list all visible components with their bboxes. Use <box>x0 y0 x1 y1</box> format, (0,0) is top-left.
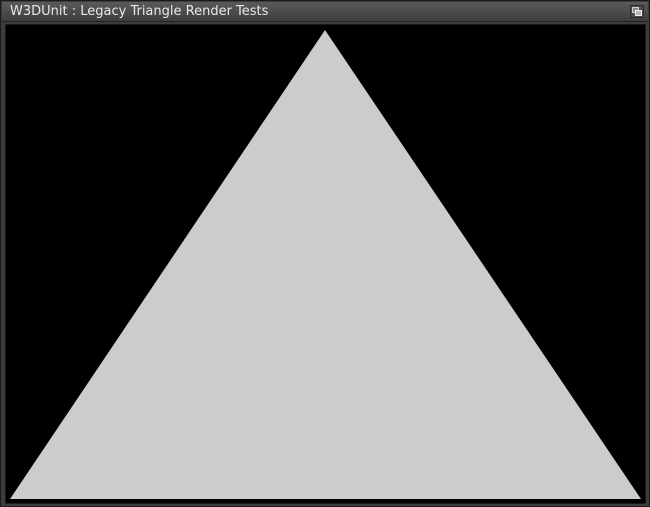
rendered-triangle <box>10 30 641 499</box>
app-window: W3DUnit : Legacy Triangle Render Tests <box>0 0 650 507</box>
render-surface <box>10 30 641 499</box>
window-titlebar[interactable]: W3DUnit : Legacy Triangle Render Tests <box>2 2 648 22</box>
depth-arrange-icon[interactable] <box>630 5 644 18</box>
window-title: W3DUnit : Legacy Triangle Render Tests <box>10 4 269 19</box>
render-canvas <box>5 24 646 504</box>
